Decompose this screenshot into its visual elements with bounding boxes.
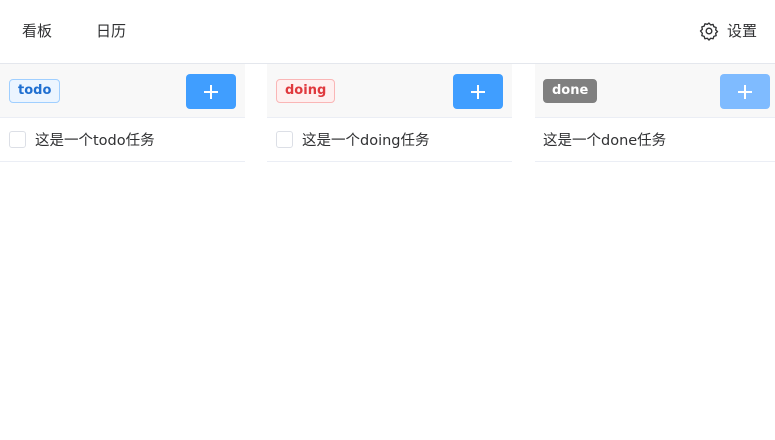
- task-text: 这是一个done任务: [543, 133, 667, 149]
- task-checkbox[interactable]: [9, 131, 26, 148]
- task-row: 这是一个todo任务: [0, 118, 245, 162]
- column-header: done: [535, 64, 775, 118]
- status-tag-todo: todo: [9, 79, 61, 103]
- column-header: todo: [0, 64, 245, 118]
- task-text: 这是一个todo任务: [35, 133, 155, 149]
- column-doing: doing 这是一个doing任务: [267, 64, 512, 162]
- task-text: 这是一个doing任务: [302, 133, 430, 149]
- status-tag-doing: doing: [276, 79, 336, 103]
- status-tag-done: done: [543, 79, 598, 103]
- task-row: 这是一个done任务: [535, 118, 775, 162]
- column-todo: todo 这是一个todo任务: [0, 64, 245, 162]
- settings-label: 设置: [726, 22, 757, 40]
- add-task-button[interactable]: [453, 74, 503, 109]
- plus-icon: [204, 84, 218, 99]
- column-done: done 这是一个done任务: [535, 64, 775, 162]
- column-header: doing: [267, 64, 512, 118]
- nav-calendar[interactable]: 日历: [96, 20, 126, 42]
- settings-button[interactable]: 设置: [699, 19, 757, 43]
- task-checkbox[interactable]: [276, 131, 293, 148]
- task-row: 这是一个doing任务: [267, 118, 512, 162]
- add-task-button-disabled[interactable]: [720, 74, 770, 109]
- top-navbar: 看板 日历 设置: [0, 0, 775, 64]
- plus-icon: [738, 84, 752, 99]
- gear-icon: [699, 22, 719, 41]
- plus-icon: [471, 84, 485, 99]
- nav-kanban[interactable]: 看板: [22, 20, 52, 42]
- add-task-button[interactable]: [186, 74, 236, 109]
